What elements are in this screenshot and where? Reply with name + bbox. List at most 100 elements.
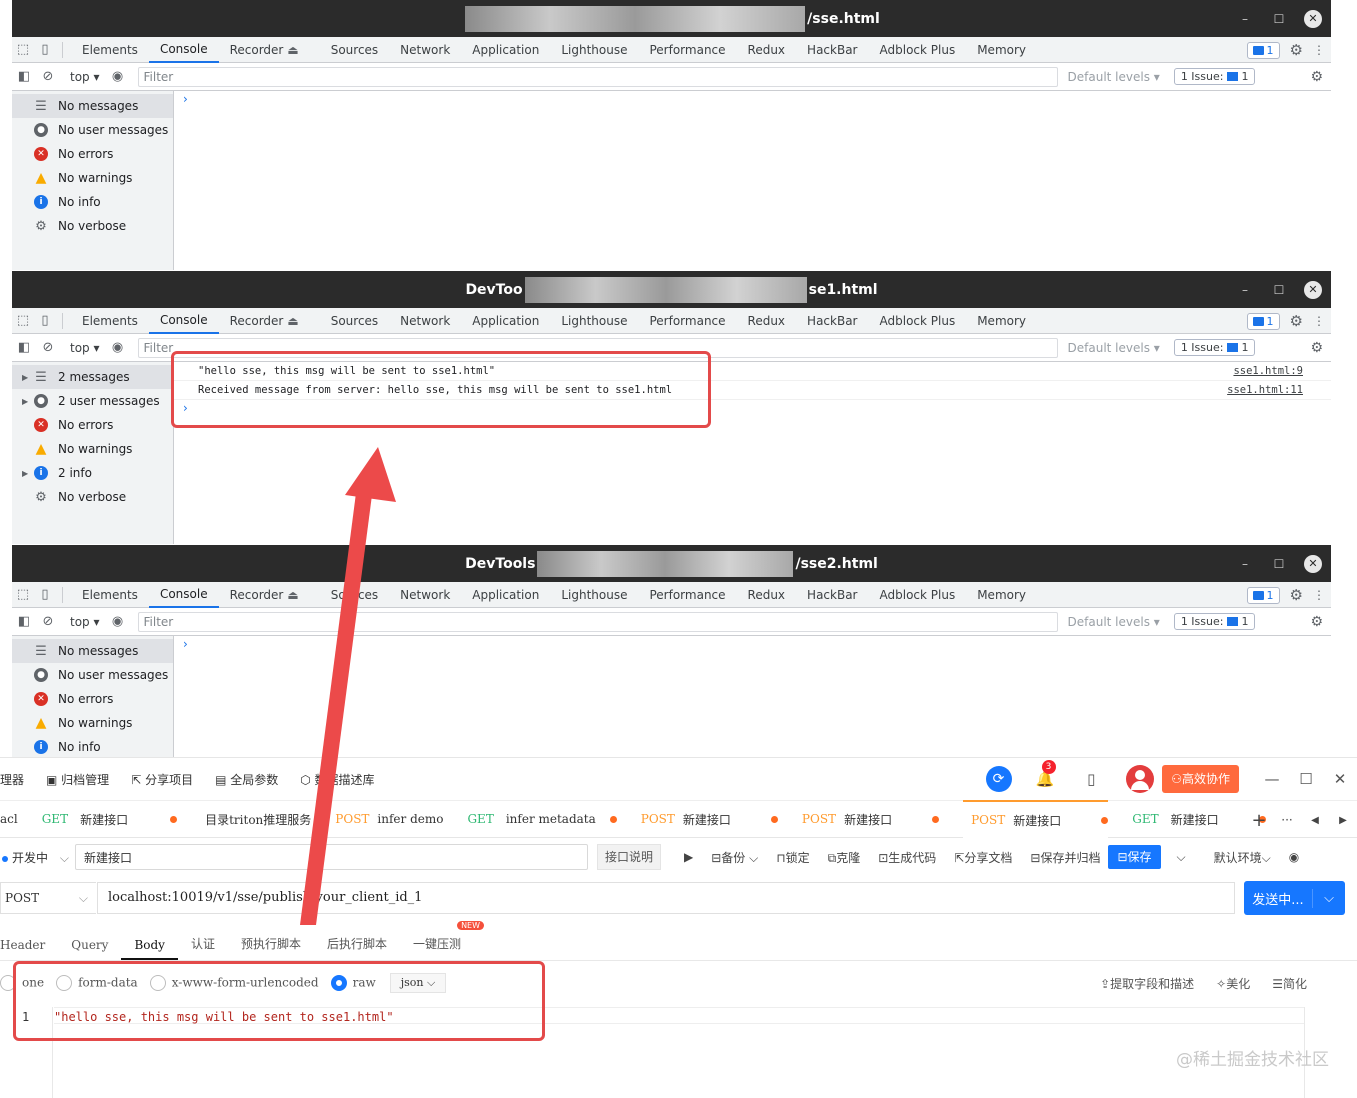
tab-console[interactable]: Console bbox=[148, 308, 219, 334]
send-button[interactable]: 发送中... ⌵ bbox=[1244, 881, 1345, 915]
body-tab-0[interactable]: Header bbox=[0, 938, 58, 960]
interface-name-input[interactable]: 新建接口 bbox=[75, 844, 588, 870]
clone-button[interactable]: ⧉克隆 bbox=[828, 849, 861, 866]
request-tab[interactable]: 目录triton推理服务 bbox=[205, 811, 311, 828]
sidebar-item-list[interactable]: ☰ No messages bbox=[12, 94, 173, 118]
tab-lighthouse[interactable]: Lighthouse bbox=[550, 582, 638, 608]
tab-application[interactable]: Application bbox=[461, 582, 550, 608]
more-menu-icon[interactable]: ⋮ bbox=[1313, 588, 1325, 602]
console-log-source-link[interactable]: sse1.html:11 bbox=[1227, 384, 1303, 396]
lock-button[interactable]: ⊓锁定 bbox=[776, 849, 809, 866]
share-doc-button[interactable]: ⇱分享文档 bbox=[954, 849, 1012, 866]
sidebar-item-warning[interactable]: ▲ No warnings bbox=[12, 711, 173, 735]
sidebar-item-user[interactable]: ● No user messages bbox=[12, 118, 173, 142]
close-icon[interactable]: ✕ bbox=[1304, 280, 1322, 299]
env-select[interactable]: 默认环境⌵ bbox=[1214, 849, 1271, 866]
tab-memory[interactable]: Memory bbox=[966, 308, 1037, 334]
menu-item-manager[interactable]: 理器 bbox=[0, 771, 24, 788]
request-tab[interactable]: GET 新建接口 bbox=[42, 811, 178, 828]
console-settings-gear-icon[interactable]: ⚙ bbox=[1310, 69, 1323, 85]
tab-memory[interactable]: Memory bbox=[966, 37, 1037, 63]
tab-elements[interactable]: Elements bbox=[71, 308, 149, 334]
bell-icon[interactable]: 🔔 3 bbox=[1036, 760, 1056, 788]
clear-console-icon[interactable]: ⊘ bbox=[36, 69, 60, 84]
request-tab[interactable]: GET infer metadata bbox=[467, 812, 617, 826]
close-icon[interactable]: ✕ bbox=[1323, 770, 1357, 788]
clear-console-icon[interactable]: ⊘ bbox=[36, 340, 60, 355]
filter-input[interactable]: Filter bbox=[137, 66, 1058, 87]
extract-fields-button[interactable]: ⇪提取字段和描述 bbox=[1100, 975, 1194, 992]
minimize-icon[interactable]: — bbox=[1255, 770, 1289, 788]
sidebar-item-info[interactable]: i No info bbox=[12, 190, 173, 214]
clear-console-icon[interactable]: ⊘ bbox=[36, 614, 60, 629]
more-menu-icon[interactable]: ⋮ bbox=[1313, 43, 1325, 57]
tab-sources[interactable]: Sources bbox=[320, 37, 389, 63]
save-dropdown-icon[interactable]: ⌵ bbox=[1177, 850, 1186, 865]
sidebar-item-warning[interactable]: ▲ No warnings bbox=[12, 437, 173, 461]
maximize-icon[interactable]: ☐ bbox=[1262, 283, 1296, 297]
sidebar-item-info[interactable]: ▶ i 2 info bbox=[12, 461, 173, 485]
tab-network[interactable]: Network bbox=[389, 37, 461, 63]
request-tab[interactable]: POST 新建接口 bbox=[802, 811, 940, 828]
console-log-source-link[interactable]: sse1.html:9 bbox=[1233, 365, 1303, 377]
eye-icon[interactable]: ◉ bbox=[1289, 850, 1299, 864]
tab-recorder[interactable]: Recorder ⏏ bbox=[219, 582, 310, 608]
body-tab-6[interactable]: 一键压测 NEW bbox=[400, 921, 485, 960]
issues-badge[interactable]: 1 bbox=[1246, 586, 1280, 604]
tab-adblock-plus[interactable]: Adblock Plus bbox=[869, 308, 967, 334]
console-settings-gear-icon[interactable]: ⚙ bbox=[1310, 614, 1323, 630]
live-expression-eye-icon[interactable]: ◉ bbox=[106, 69, 130, 84]
body-tab-1[interactable]: Query bbox=[58, 938, 121, 960]
sidebar-toggle-icon[interactable]: ◧ bbox=[12, 614, 36, 629]
body-tab-3[interactable]: 认证 bbox=[178, 935, 228, 960]
next-tab-icon[interactable]: ▶ bbox=[1329, 815, 1357, 826]
tab-adblock-plus[interactable]: Adblock Plus bbox=[869, 37, 967, 63]
beautify-button[interactable]: ✧美化 bbox=[1216, 975, 1250, 992]
tab-console[interactable]: Console bbox=[148, 37, 219, 63]
sidebar-item-error[interactable]: ✕ No errors bbox=[12, 687, 173, 711]
tab-elements[interactable]: Elements bbox=[71, 582, 149, 608]
expand-triangle-icon[interactable]: ▶ bbox=[22, 373, 34, 382]
tab-memory[interactable]: Memory bbox=[966, 582, 1037, 608]
request-tab[interactable]: POST 新建接口 bbox=[641, 811, 778, 828]
default-levels-select[interactable]: Default levels ▾ bbox=[1068, 615, 1160, 629]
tab-application[interactable]: Application bbox=[461, 37, 550, 63]
collab-button[interactable]: ⚇高效协作 bbox=[1162, 765, 1239, 793]
issues-badge[interactable]: 1 bbox=[1246, 312, 1280, 330]
sidebar-item-info[interactable]: i No info bbox=[12, 735, 173, 757]
tab-redux[interactable]: Redux bbox=[737, 308, 797, 334]
minimize-icon[interactable]: – bbox=[1228, 12, 1262, 26]
tab-performance[interactable]: Performance bbox=[638, 37, 736, 63]
sidebar-item-error[interactable]: ✕ No errors bbox=[12, 142, 173, 166]
request-tab[interactable]: POST infer demo bbox=[335, 812, 443, 826]
tab-performance[interactable]: Performance bbox=[638, 582, 736, 608]
tab-hackbar[interactable]: HackBar bbox=[796, 308, 868, 334]
method-select[interactable]: POST ⌵ bbox=[0, 882, 96, 914]
tab-hackbar[interactable]: HackBar bbox=[796, 582, 868, 608]
tab-sources[interactable]: Sources bbox=[320, 582, 389, 608]
issues-counter[interactable]: 1 Issue: 1 bbox=[1173, 613, 1256, 630]
chevron-down-icon[interactable]: ⌵ bbox=[1313, 891, 1345, 906]
simplify-button[interactable]: ☰简化 bbox=[1272, 975, 1307, 992]
sidebar-item-user[interactable]: ▶ ● 2 user messages bbox=[12, 389, 173, 413]
maximize-icon[interactable]: ☐ bbox=[1289, 770, 1323, 788]
body-tab-5[interactable]: 后执行脚本 bbox=[314, 935, 400, 960]
minimize-icon[interactable]: – bbox=[1228, 557, 1262, 571]
device-toggle-icon[interactable]: ▯ bbox=[34, 587, 56, 602]
expand-triangle-icon[interactable]: ▶ bbox=[22, 397, 34, 406]
sidebar-item-warning[interactable]: ▲ No warnings bbox=[12, 166, 173, 190]
maximize-icon[interactable]: ☐ bbox=[1262, 557, 1296, 571]
body-tab-4[interactable]: 预执行脚本 bbox=[228, 935, 314, 960]
issues-badge[interactable]: 1 bbox=[1246, 41, 1280, 59]
menu-item-share[interactable]: ⇱ 分享项目 bbox=[131, 771, 193, 788]
inspect-icon[interactable]: ⬚ bbox=[12, 587, 34, 602]
request-tab-active[interactable]: POST 新建接口 bbox=[963, 800, 1109, 838]
settings-gear-icon[interactable]: ⚙ bbox=[1290, 586, 1303, 604]
tab-hackbar[interactable]: HackBar bbox=[796, 37, 868, 63]
console-prompt-icon[interactable]: › bbox=[174, 91, 1331, 106]
more-menu-icon[interactable]: ⋮ bbox=[1313, 314, 1325, 328]
maximize-icon[interactable]: ☐ bbox=[1262, 12, 1296, 26]
sidebar-toggle-icon[interactable]: ◧ bbox=[12, 69, 36, 84]
sidebar-item-bug[interactable]: ⚙ No verbose bbox=[12, 485, 173, 509]
tab-network[interactable]: Network bbox=[389, 582, 461, 608]
